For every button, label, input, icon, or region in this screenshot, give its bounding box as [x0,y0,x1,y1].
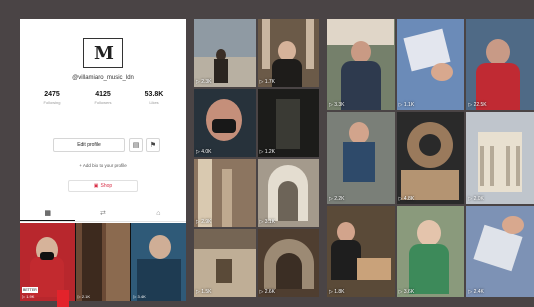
stat-value: 53.8K [144,91,164,98]
view-count: ▷ 2.6K [259,289,276,295]
video-tile[interactable]: ▷ 3.1K [257,159,319,227]
profile-stats: 2475 Following 4125 Followers 53.8K Like… [32,91,174,105]
repost-icon: ⇄ [100,210,106,217]
stat-value: 4125 [95,91,111,98]
video-caption: BETTER [22,287,38,293]
tab-videos[interactable]: ▦ [20,205,76,221]
video-tile[interactable]: ▷ 4.0K [194,89,256,157]
view-count: ▷ 1.9K [22,294,35,299]
video-grid-middle: ▷ 2.3K ▷ 1.7K ▷ 4.0K ▷ 1.2K ▷ 2.9K ▷ 3.1… [194,19,319,297]
stat-following[interactable]: 2475 Following [32,91,72,105]
video-tile[interactable]: ▷ 1.5K [194,229,256,297]
video-tile[interactable]: ▷ 1.2K [257,89,319,157]
lock-icon: ⌂ [156,209,161,217]
profile-avatar[interactable]: M [83,38,123,68]
video-tile[interactable]: ▷ 2.4K [466,205,534,297]
view-count: ▷ 2.0K [468,195,484,202]
bookmark-icon: ⚑ [149,142,157,149]
video-tile[interactable]: ▷ 1.1K [396,19,465,111]
stat-label: Following [43,100,61,105]
stat-followers[interactable]: 4125 Followers [83,91,123,105]
stat-likes: 53.8K Likes [134,91,174,105]
add-bio-link[interactable]: + Add bio to your profile [20,163,186,168]
view-count: ▷ 4.8K [398,195,415,202]
stat-label: Followers [94,100,112,105]
bookmark-button[interactable]: ⚑ [146,138,160,152]
view-count: ▷ 2.9K [196,219,212,225]
view-count: ▷ 3.1K [259,219,276,225]
video-tile[interactable]: ▷ 2.9K [194,159,256,227]
video-tile[interactable]: ▷ 4.8K [396,112,465,204]
video-tile[interactable]: ▷ 2.3K [194,19,256,87]
video-tile[interactable]: ▷ 1.7K [257,19,319,87]
video-tile[interactable]: ▷ 3.3K [327,19,395,111]
video-thumb[interactable]: ▷ 2.1K [75,223,131,301]
video-tile[interactable]: ▷ 2.2K [327,112,395,204]
video-tile[interactable]: ▷ 3.6K [396,205,465,297]
view-count: ▷ 4.0K [196,149,212,155]
profile-handle: @villamiaro_music_ldn [72,75,134,81]
video-grid-right: ▷ 3.3K ▷ 1.1K ▷ 22.5K ▷ 2.2K ▷ 4.8K ▷ 2.… [327,19,534,297]
video-tile[interactable]: ▷ 22.5K [466,19,534,111]
profile-tabbar: ▦ ⇄ ⌂ [20,205,186,222]
tab-reposts[interactable]: ⇄ [75,205,130,221]
video-tile[interactable]: ▷ 2.6K [257,229,319,297]
video-tile[interactable]: ▷ 2.0K [466,112,534,204]
view-count: ▷ 3.6K [398,289,415,295]
bar-chart-icon: ▤ [132,142,140,149]
shop-button[interactable]: ▣ Shop [68,180,138,192]
view-count: ▷ 3.3K [329,102,345,109]
profile-screen: M @villamiaro_music_ldn 2475 Following 4… [20,19,186,301]
red-marker [57,290,69,307]
insights-button[interactable]: ▤ [129,138,143,152]
view-count: ▷ 2.2K [329,195,345,202]
shop-icon: ▣ [93,183,99,189]
view-count: ▷ 22.5K [468,102,487,109]
view-count: ▷ 2.1K [77,294,91,299]
video-tile[interactable]: ▷ 1.8K [327,205,395,297]
shop-label: Shop [100,183,113,189]
view-count: ▷ 2.4K [468,289,484,295]
tab-private[interactable]: ⌂ [131,205,186,221]
view-count: ▷ 1.7K [259,79,276,85]
video-thumb[interactable]: ▷ 3.4K [131,223,186,301]
view-count: ▷ 1.8K [329,289,345,295]
stat-value: 2475 [44,91,60,98]
edit-profile-button[interactable]: Edit profile [53,138,125,152]
view-count: ▷ 3.4K [133,294,146,299]
view-count: ▷ 1.1K [398,102,415,109]
view-count: ▷ 1.2K [259,149,276,155]
stat-label: Likes [149,100,159,105]
view-count: ▷ 1.5K [196,289,212,295]
view-count: ▷ 2.3K [196,79,212,85]
profile-video-grid: BETTER ▷ 1.9K ▷ 2.1K ▷ 3.4K [20,223,186,301]
logo-mark: M [94,42,114,64]
grid-icon: ▦ [44,209,51,217]
